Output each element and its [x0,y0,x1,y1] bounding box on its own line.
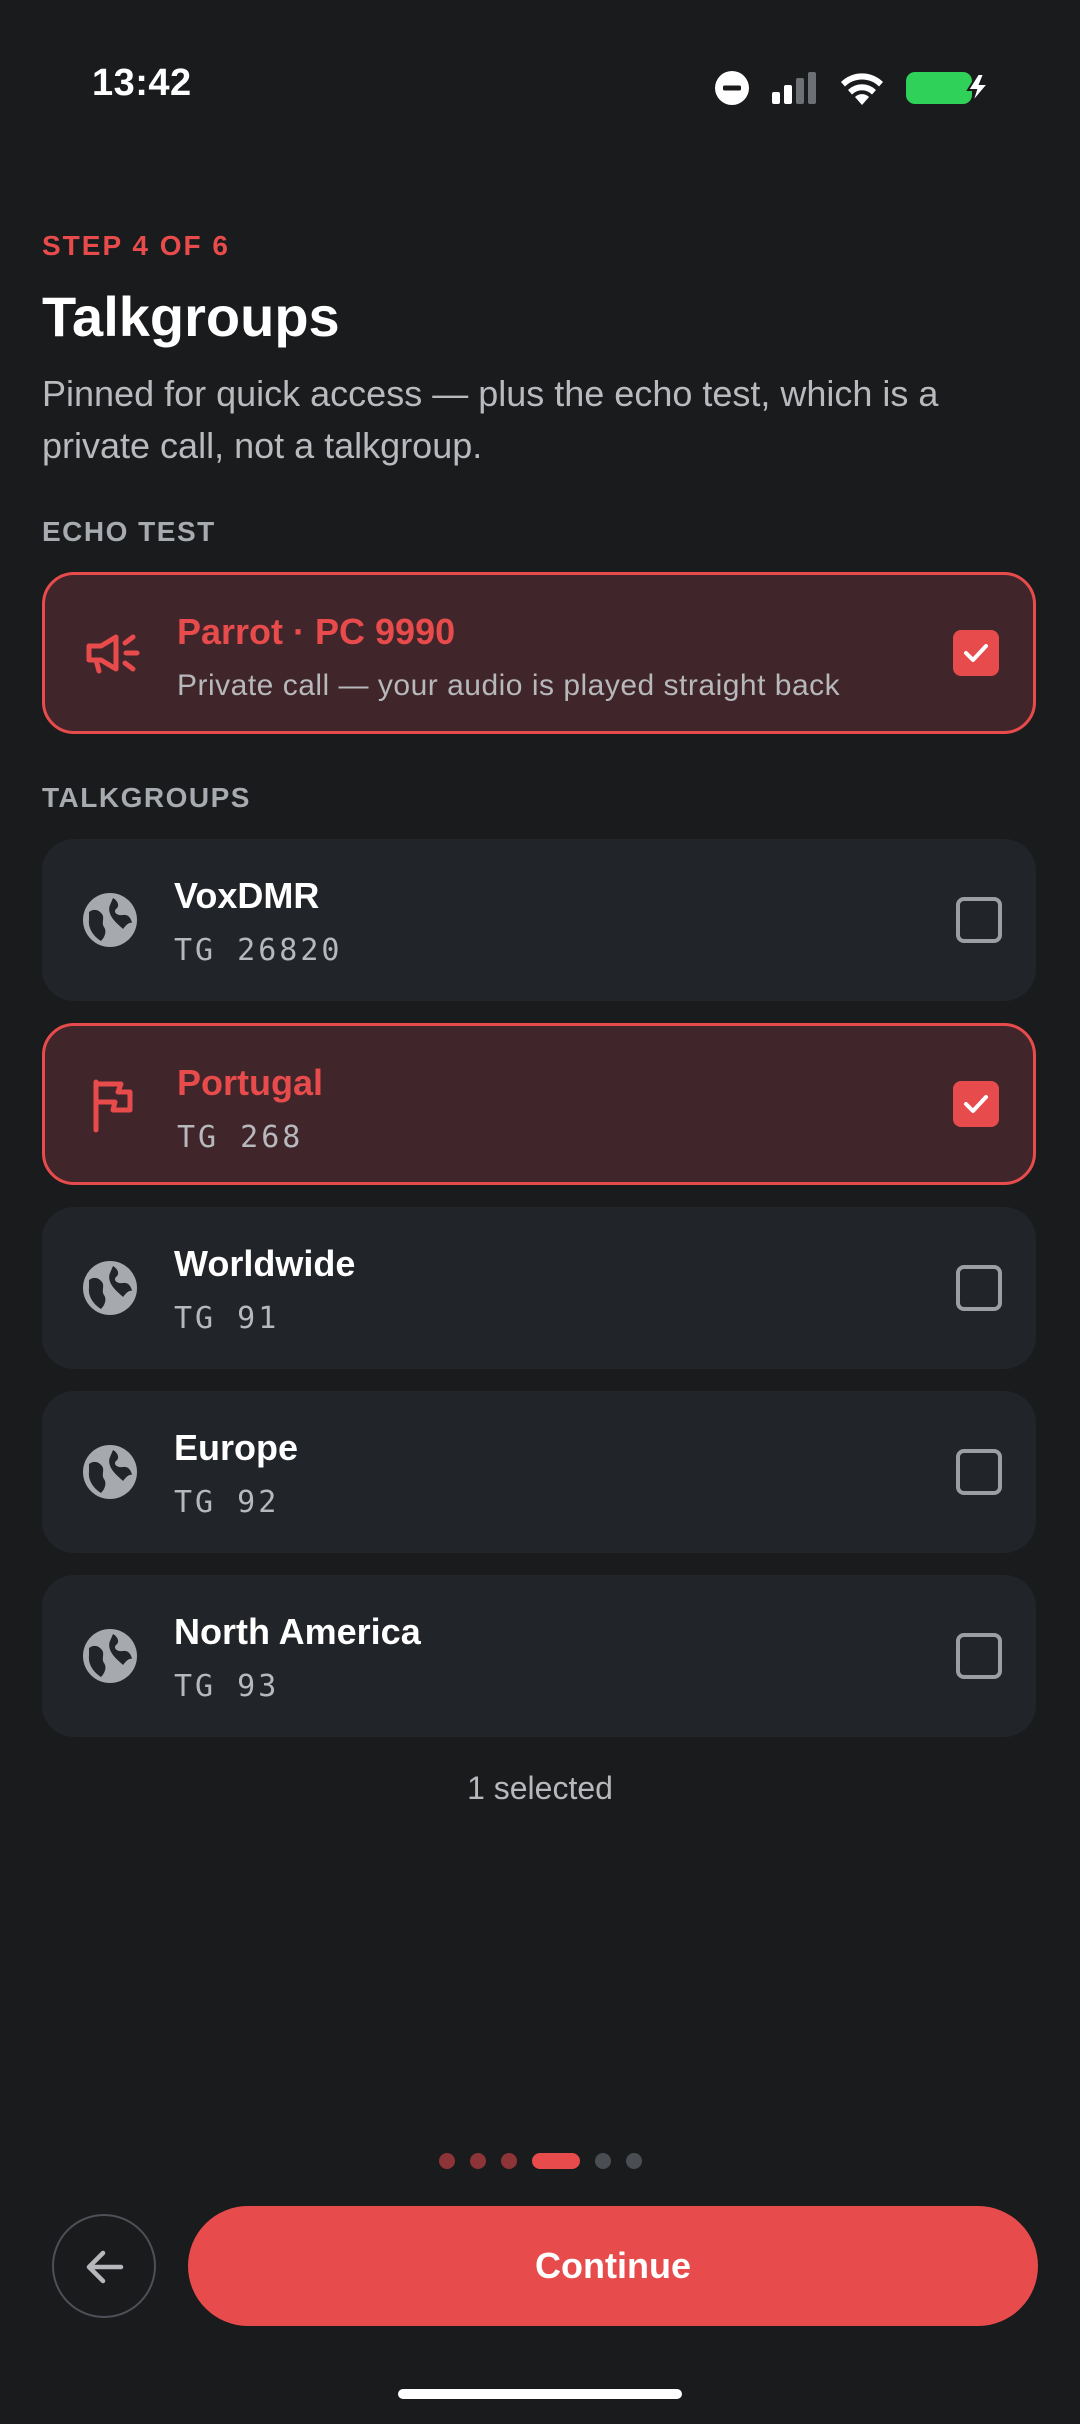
globe-icon [83,893,137,947]
page-subtitle: Pinned for quick access — plus the echo … [42,373,939,466]
talkgroup-name: Europe [174,1427,299,1468]
talkgroup-item-europe[interactable]: Europe TG 92 [42,1391,1036,1553]
cellular-signal-icon [772,72,816,104]
pager-dot-current [531,2153,580,2169]
pager-dot-upcoming [594,2153,611,2169]
talkgroup-checkbox[interactable] [956,897,1002,943]
talkgroup-checkbox[interactable] [953,1081,999,1127]
talkgroup-name: Portugal [177,1062,324,1103]
flag-icon [93,1079,133,1133]
talkgroup-item-worldwide[interactable]: Worldwide TG 91 [42,1207,1036,1369]
globe-icon [83,1261,137,1315]
talkgroups-section-label: TALKGROUPS [42,782,251,813]
status-bar: 13:42 [0,0,1080,175]
pager-dot-completed [469,2153,486,2169]
continue-button[interactable]: Continue [188,2206,1038,2326]
echo-test-checkbox[interactable] [953,630,999,676]
echo-test-item-parrot[interactable]: Parrot · PC 9990 Private call — your aud… [42,572,1036,734]
status-time: 13:42 [92,62,192,104]
globe-icon [83,1629,137,1683]
back-button[interactable] [52,2214,156,2318]
globe-icon [83,1445,137,1499]
talkgroup-id: TG 268 [177,1120,304,1155]
pager-dot-completed [500,2153,517,2169]
step-indicator: STEP 4 OF 6 [42,230,230,261]
echo-test-description: Private call — your audio is played stra… [177,669,841,702]
talkgroup-checkbox[interactable] [956,1633,1002,1679]
echo-test-section-label: ECHO TEST [42,516,216,547]
page-title: Talkgroups [42,285,340,348]
talkgroup-checkbox[interactable] [956,1449,1002,1495]
do-not-disturb-icon [715,71,749,105]
talkgroup-id: TG 91 [174,1301,280,1336]
step-pager [0,2153,1080,2169]
wifi-icon [841,73,883,105]
pager-dot-completed [438,2153,455,2169]
talkgroup-checkbox[interactable] [956,1265,1002,1311]
echo-test-name: Parrot · PC 9990 [177,611,456,652]
talkgroup-name: VoxDMR [174,875,320,916]
talkgroup-id: TG 92 [174,1485,280,1520]
battery-charging-icon [906,72,990,104]
checkmark-icon [964,644,988,662]
selection-count: 1 selected [467,1770,613,1806]
talkgroup-id: TG 26820 [174,933,343,968]
checkmark-icon [964,1095,988,1113]
talkgroup-item-voxdmr[interactable]: VoxDMR TG 26820 [42,839,1036,1001]
home-indicator[interactable] [398,2389,682,2399]
talkgroup-id: TG 93 [174,1669,280,1704]
pager-dot-upcoming [625,2153,642,2169]
arrow-left-icon [86,2250,124,2284]
status-icons [714,66,990,110]
megaphone-icon [86,634,140,674]
talkgroup-name: North America [174,1611,421,1652]
talkgroup-item-north-america[interactable]: North America TG 93 [42,1575,1036,1737]
talkgroup-name: Worldwide [174,1243,356,1284]
talkgroup-item-portugal[interactable]: Portugal TG 268 [42,1023,1036,1185]
